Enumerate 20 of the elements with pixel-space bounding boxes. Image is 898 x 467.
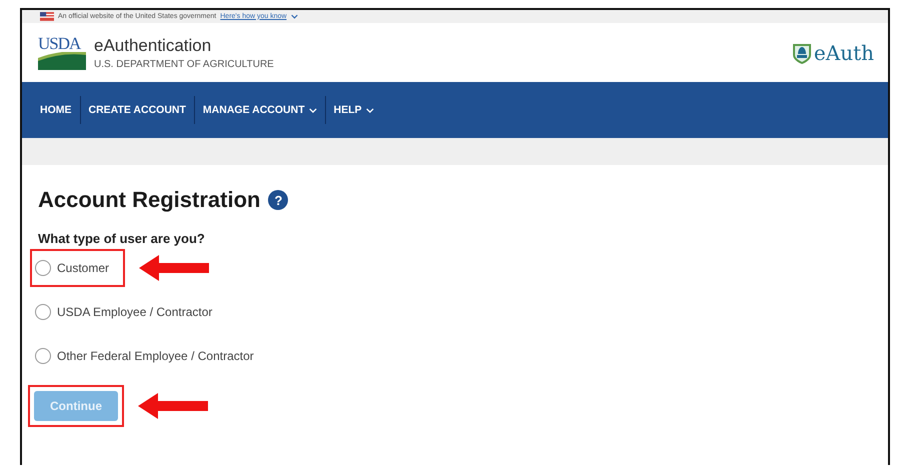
site-title: eAuthentication: [94, 36, 212, 56]
chevron-icon: [290, 14, 298, 19]
radio-button[interactable]: [35, 304, 51, 320]
radio-button[interactable]: [35, 260, 51, 276]
radio-option[interactable]: Customer: [30, 249, 126, 287]
radio-option[interactable]: USDA Employee / Contractor: [30, 293, 228, 331]
nav-item[interactable]: MANAGE ACCOUNT: [194, 104, 325, 116]
shield-icon: [792, 42, 812, 64]
nav-item[interactable]: CREATE ACCOUNT: [80, 104, 194, 116]
page-title: Account Registration: [38, 187, 260, 213]
radio-option[interactable]: Other Federal Employee / Contractor: [30, 337, 270, 375]
nav-item[interactable]: HELP: [326, 104, 382, 116]
radio-button[interactable]: [35, 348, 51, 364]
flag-icon: [40, 12, 54, 21]
site-subtitle: U.S. DEPARTMENT OF AGRICULTURE: [94, 58, 274, 70]
nav-item[interactable]: HOME: [32, 104, 80, 116]
help-icon[interactable]: ?: [268, 190, 288, 210]
usda-logo: USDA: [38, 36, 86, 70]
eauth-brand: eAuth: [814, 40, 874, 64]
question-label: What type of user are you?: [38, 231, 206, 246]
